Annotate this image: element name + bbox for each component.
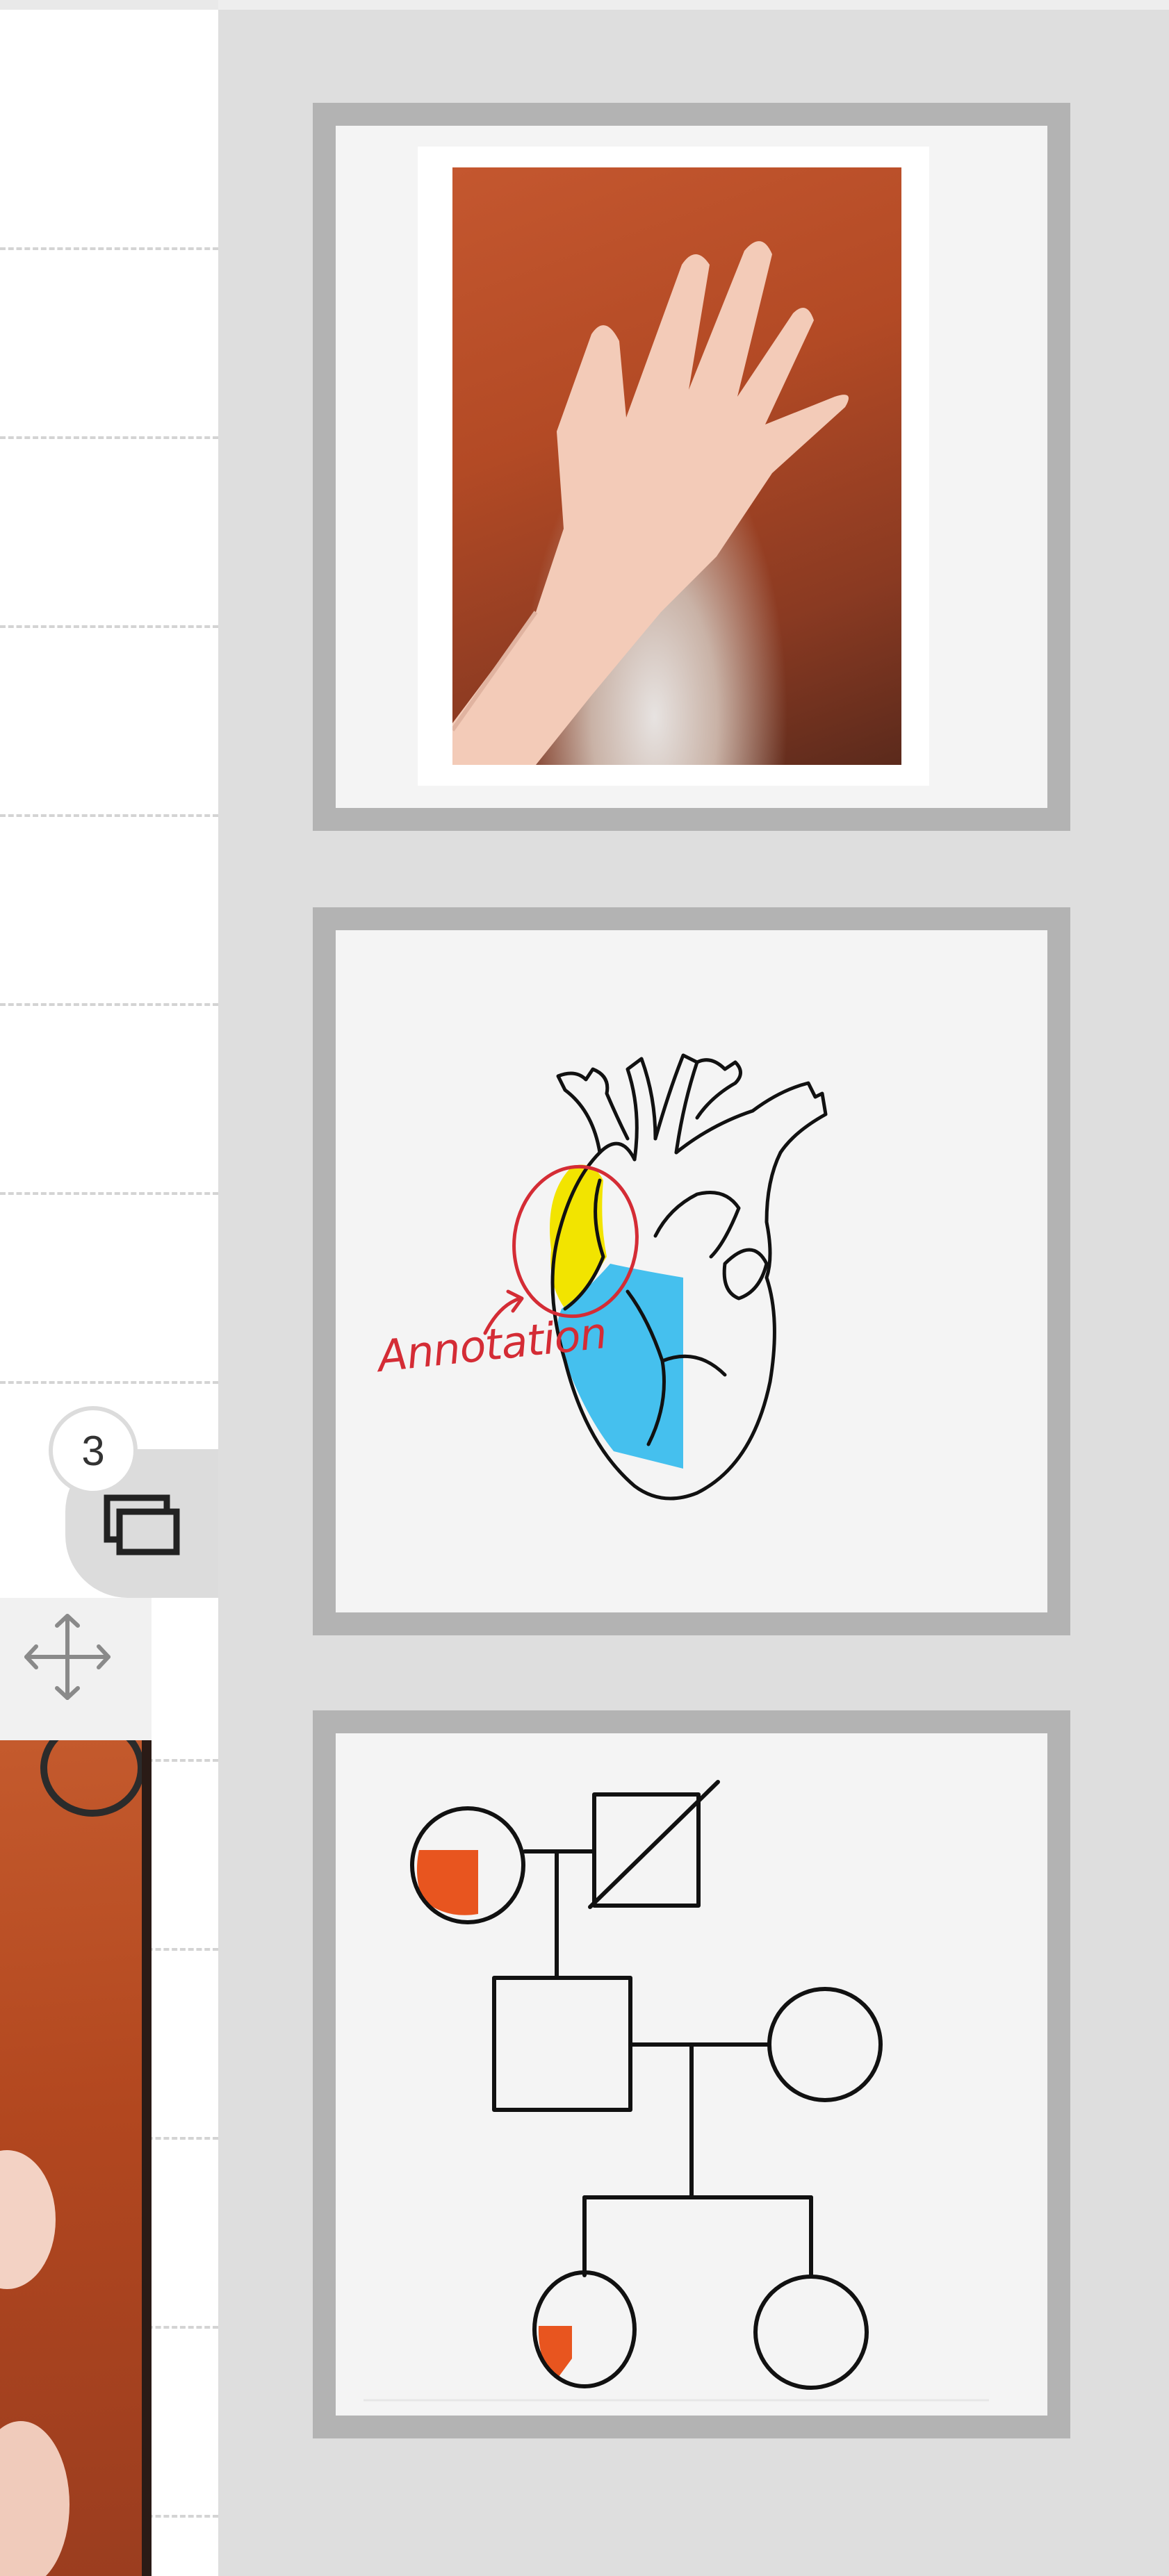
ruled-line (0, 1381, 218, 1384)
hand-image (452, 241, 849, 765)
pedigree-drawing (363, 1780, 989, 2402)
page-count-badge: 3 (49, 1406, 138, 1495)
document-top-edge (0, 0, 218, 10)
thumbnail-card (336, 126, 1047, 808)
ruled-line (0, 814, 218, 817)
photo-mat (418, 147, 929, 786)
ruled-line (0, 625, 218, 628)
ruled-line (0, 1192, 218, 1195)
thumbnail-card (336, 1733, 1047, 2416)
heart-drawing (483, 1053, 828, 1501)
palm-photo (452, 167, 901, 765)
page-thumbnail-panel: Annotation (218, 0, 1169, 2576)
ruled-line (0, 436, 218, 439)
move-arrows-icon[interactable] (21, 1610, 114, 1703)
thumbnail-heart-diagram[interactable]: Annotation (313, 907, 1070, 1635)
thumbnail-card: Annotation (336, 930, 1047, 1612)
dragged-photo-preview[interactable] (0, 1740, 152, 2576)
stacked-pages-icon[interactable] (101, 1491, 182, 1560)
panel-top-edge (218, 0, 1169, 10)
document-canvas (0, 0, 218, 2576)
thumbnail-palm-photo[interactable] (313, 103, 1070, 831)
ruled-line (0, 1003, 218, 1006)
ruled-line (0, 247, 218, 250)
page-count: 3 (81, 1427, 105, 1474)
photo-edge (142, 1740, 152, 2576)
thumbnail-pedigree-chart[interactable] (313, 1710, 1070, 2438)
hand-fingertips (0, 2150, 70, 2576)
